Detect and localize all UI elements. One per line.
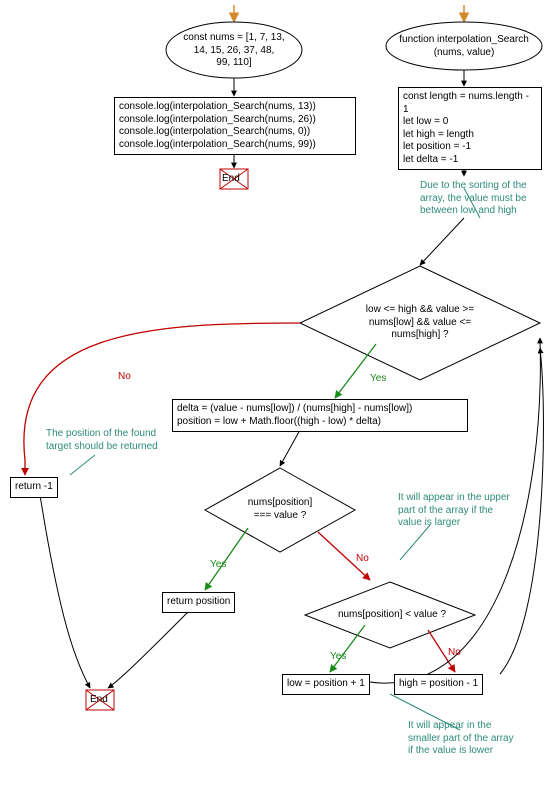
while-diamond: low <= high && value >= nums[low] && val… xyxy=(352,304,488,342)
return-neg1: return -1 xyxy=(10,477,58,498)
edge-label-no: No xyxy=(356,554,369,564)
edge-label-no: No xyxy=(118,372,131,382)
return-position: return position xyxy=(162,592,235,613)
calls-box: console.log(interpolation_Search(nums, 1… xyxy=(114,97,356,155)
func-ellipse: function interpolation_Search (nums, val… xyxy=(396,34,532,59)
init-box: const length = nums.length - 1 let low =… xyxy=(398,87,542,170)
low-update-box: low = position + 1 xyxy=(282,674,370,695)
edge-label-no: No xyxy=(448,648,461,658)
end-left: End xyxy=(222,173,240,184)
high-update-box: high = position - 1 xyxy=(394,674,483,695)
edge-label-yes: Yes xyxy=(370,374,386,384)
match-diamond: nums[position] === value ? xyxy=(238,497,322,522)
comment-found: The position of the found target should … xyxy=(46,428,176,453)
calc-box: delta = (value - nums[low]) / (nums[high… xyxy=(172,399,468,432)
start-ellipse-left: const nums = [1, 7, 13, 14, 15, 26, 37, … xyxy=(176,32,292,70)
comment-upper: It will appear in the upper part of the … xyxy=(398,492,530,530)
comment-lower: It will appear in the smaller part of th… xyxy=(408,720,536,758)
comment-sort: Due to the sorting of the array, the val… xyxy=(420,180,540,218)
edge-label-yes: Yes xyxy=(330,652,346,662)
end-right: End xyxy=(90,694,108,705)
less-diamond: nums[position] < value ? xyxy=(332,609,452,622)
edge-label-yes: Yes xyxy=(210,560,226,570)
